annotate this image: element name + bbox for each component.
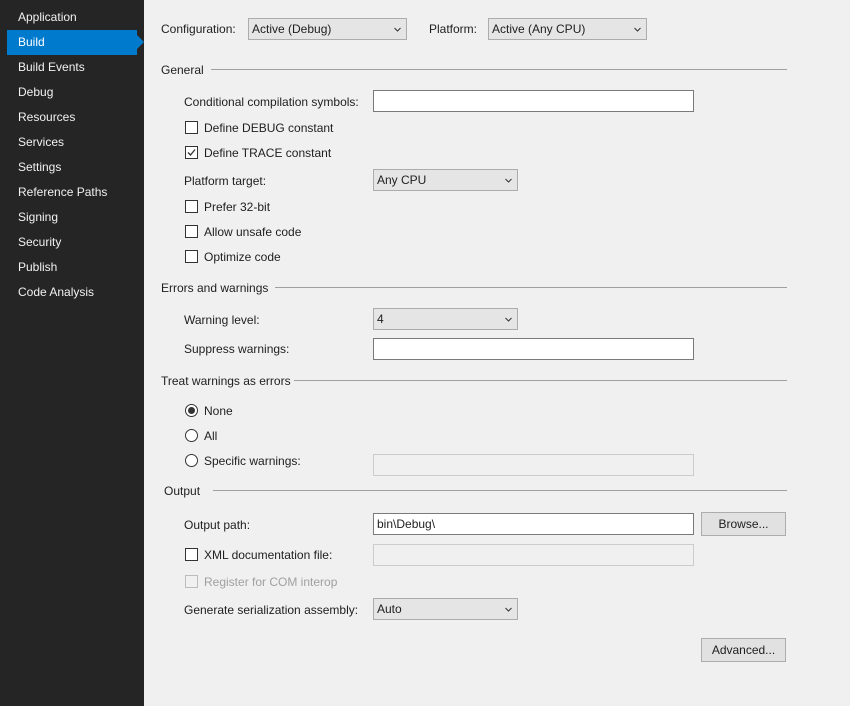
chevron-down-icon: [505, 317, 512, 322]
treat-all-label: All: [204, 429, 218, 443]
treat-all-radio[interactable]: [185, 429, 198, 442]
chevron-down-icon: [505, 607, 512, 612]
chevron-down-icon: [394, 27, 401, 32]
configuration-label: Configuration:: [161, 22, 236, 36]
sidebar-item-application[interactable]: Application: [7, 5, 137, 30]
output-path-input[interactable]: bin\Debug\: [373, 513, 694, 535]
define-debug-checkbox[interactable]: [185, 121, 198, 134]
sidebar-item-security[interactable]: Security: [7, 230, 137, 255]
sidebar-item-code-analysis[interactable]: Code Analysis: [7, 280, 137, 305]
build-properties-panel: Configuration: Active (Debug) Platform: …: [144, 0, 850, 706]
define-trace-label: Define TRACE constant: [204, 146, 332, 160]
allow-unsafe-checkbox[interactable]: [185, 225, 198, 238]
serialization-label: Generate serialization assembly:: [184, 603, 359, 617]
platform-target-select[interactable]: Any CPU: [373, 169, 518, 191]
define-trace-checkbox[interactable]: [185, 146, 198, 159]
warning-level-value: 4: [377, 312, 384, 326]
configuration-select[interactable]: Active (Debug): [248, 18, 407, 40]
sidebar-item-services[interactable]: Services: [7, 130, 137, 155]
xml-documentation-label: XML documentation file:: [204, 548, 333, 562]
configuration-value: Active (Debug): [252, 22, 332, 36]
advanced-button[interactable]: Advanced...: [701, 638, 786, 662]
com-interop-label: Register for COM interop: [204, 575, 338, 589]
define-debug-label: Define DEBUG constant: [204, 121, 334, 135]
chevron-down-icon: [505, 178, 512, 183]
sidebar-item-reference-paths[interactable]: Reference Paths: [7, 180, 137, 205]
com-interop-checkbox: [185, 575, 198, 588]
suppress-warnings-label: Suppress warnings:: [184, 342, 290, 356]
suppress-warnings-input[interactable]: [373, 338, 694, 360]
section-divider: [213, 490, 787, 491]
prefer-32bit-checkbox[interactable]: [185, 200, 198, 213]
treat-warnings-section-title: Treat warnings as errors: [161, 374, 291, 388]
prefer-32bit-label: Prefer 32-bit: [204, 200, 271, 214]
treat-none-label: None: [204, 404, 233, 418]
section-divider: [275, 287, 787, 288]
sidebar: Application Build Build Events Debug Res…: [0, 0, 144, 706]
treat-specific-radio[interactable]: [185, 454, 198, 467]
treat-none-radio[interactable]: [185, 404, 198, 417]
browse-button[interactable]: Browse...: [701, 512, 786, 536]
optimize-code-label: Optimize code: [204, 250, 281, 264]
errors-section-title: Errors and warnings: [161, 281, 269, 295]
sidebar-item-build[interactable]: Build: [7, 30, 144, 55]
platform-target-label: Platform target:: [184, 174, 267, 188]
allow-unsafe-label: Allow unsafe code: [204, 225, 302, 239]
sidebar-item-signing[interactable]: Signing: [7, 205, 137, 230]
sidebar-item-settings[interactable]: Settings: [7, 155, 137, 180]
output-section-title: Output: [164, 484, 201, 498]
xml-documentation-checkbox[interactable]: [185, 548, 198, 561]
platform-value: Active (Any CPU): [492, 22, 586, 36]
sidebar-item-resources[interactable]: Resources: [7, 105, 137, 130]
warning-level-label: Warning level:: [184, 313, 260, 327]
sidebar-item-build-events[interactable]: Build Events: [7, 55, 137, 80]
conditional-symbols-label: Conditional compilation symbols:: [184, 95, 359, 109]
platform-label: Platform:: [429, 22, 478, 36]
optimize-code-checkbox[interactable]: [185, 250, 198, 263]
section-divider: [294, 380, 787, 381]
chevron-down-icon: [634, 27, 641, 32]
serialization-value: Auto: [377, 602, 402, 616]
section-divider: [211, 69, 787, 70]
conditional-symbols-input[interactable]: [373, 90, 694, 112]
sidebar-item-publish[interactable]: Publish: [7, 255, 137, 280]
platform-target-value: Any CPU: [377, 173, 427, 187]
xml-documentation-input: [373, 544, 694, 566]
serialization-select[interactable]: Auto: [373, 598, 518, 620]
platform-select[interactable]: Active (Any CPU): [488, 18, 647, 40]
treat-specific-label: Specific warnings:: [204, 454, 301, 468]
specific-warnings-input: [373, 454, 694, 476]
sidebar-item-debug[interactable]: Debug: [7, 80, 137, 105]
checkmark-icon: [187, 149, 196, 156]
general-section-title: General: [161, 63, 204, 77]
output-path-label: Output path:: [184, 518, 251, 532]
warning-level-select[interactable]: 4: [373, 308, 518, 330]
